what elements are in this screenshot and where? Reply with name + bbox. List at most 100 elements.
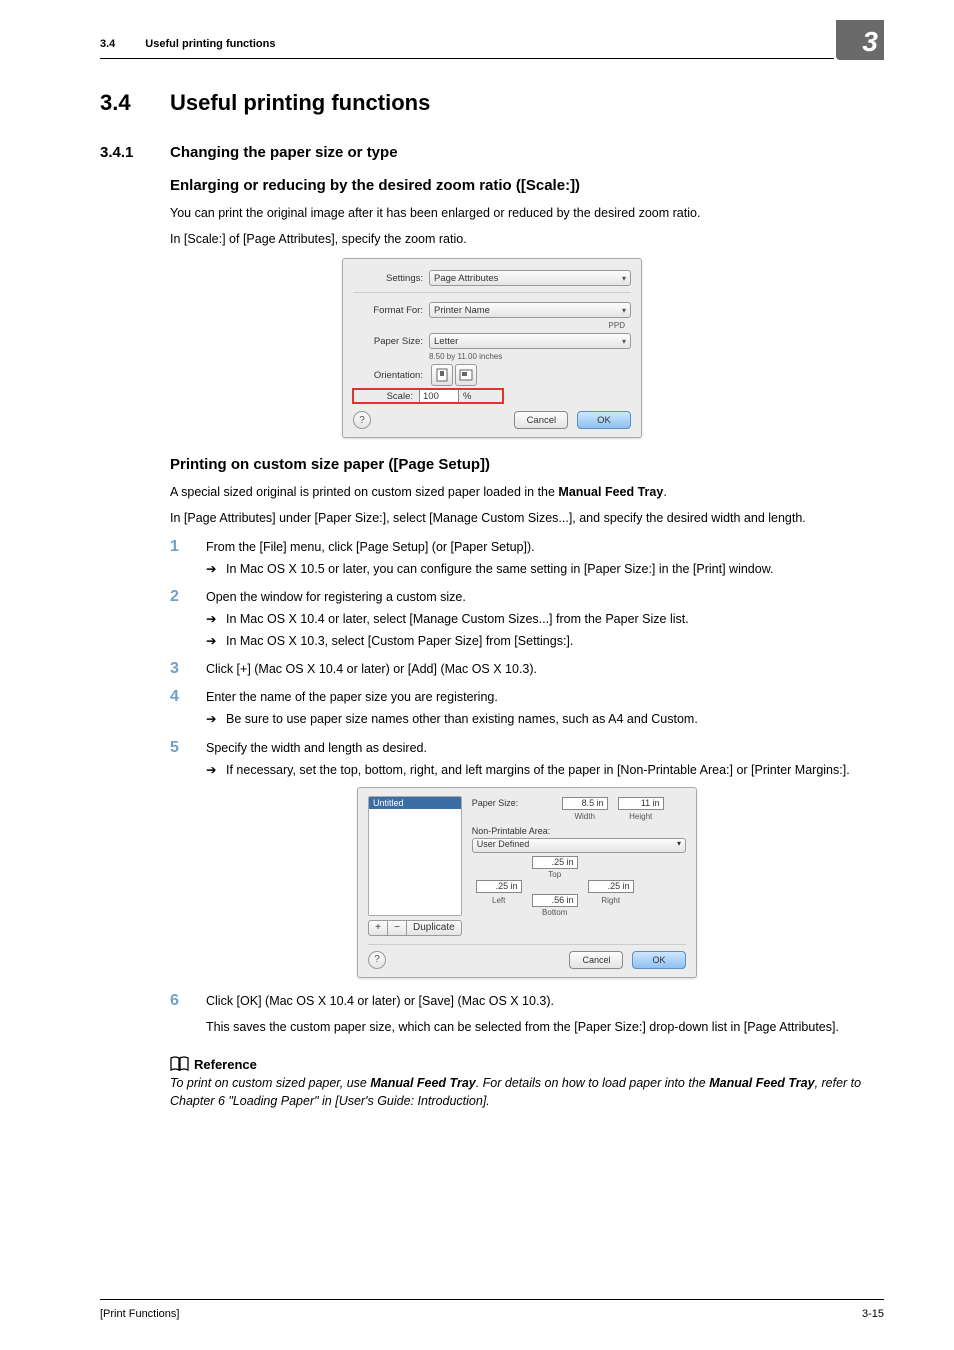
npa-combo[interactable]: User Defined ▾ xyxy=(472,838,686,853)
height-input[interactable]: 11 in xyxy=(618,797,664,810)
custom-p1-b: Manual Feed Tray xyxy=(558,485,663,499)
chevron-down-icon: ▾ xyxy=(622,274,626,283)
step-text: Specify the width and length as desired. xyxy=(206,739,884,757)
help-button[interactable]: ? xyxy=(368,951,386,969)
top-input[interactable]: .25 in xyxy=(532,856,578,869)
page: 3.4 Useful printing functions 3 3.4Usefu… xyxy=(0,0,954,1350)
footer-left: [Print Functions] xyxy=(100,1308,179,1320)
page-attributes-dialog: Settings: Page Attributes▾ Format For: P… xyxy=(342,258,642,438)
format-for-value: Printer Name xyxy=(434,305,490,316)
h2-1-number: 3.4.1 xyxy=(100,144,170,161)
remove-button[interactable]: − xyxy=(387,920,407,936)
arrow-icon: ➔ xyxy=(206,610,226,628)
right-input[interactable]: .25 in xyxy=(588,880,634,893)
format-for-sub: PPD xyxy=(429,321,631,330)
custom-size-dialog: Untitled + − Duplicate Paper Size: 8.5 i… xyxy=(357,787,697,978)
arrow-icon: ➔ xyxy=(206,710,226,728)
step-4-sub-1: ➔Be sure to use paper size names other t… xyxy=(206,710,884,728)
chevron-down-icon: ▾ xyxy=(622,306,626,315)
settings-value: Page Attributes xyxy=(434,273,498,284)
left-input[interactable]: .25 in xyxy=(476,880,522,893)
chevron-down-icon: ▾ xyxy=(622,337,626,346)
ref-a: To print on custom sized paper, use xyxy=(170,1076,370,1090)
help-button[interactable]: ? xyxy=(353,411,371,429)
step-1: 1 From the [File] menu, click [Page Setu… xyxy=(170,538,884,556)
cancel-button[interactable]: Cancel xyxy=(514,411,568,429)
step-text: Click [+] (Mac OS X 10.4 or later) or [A… xyxy=(206,660,884,678)
settings-combo[interactable]: Page Attributes ▾ xyxy=(429,270,631,286)
paper-size-label: Paper Size: xyxy=(472,798,562,808)
step-6-text: Click [OK] (Mac OS X 10.4 or later) or [… xyxy=(206,994,554,1008)
scale-input[interactable]: 100 xyxy=(419,389,459,403)
footer-right: 3-15 xyxy=(862,1308,884,1320)
reference-body: To print on custom sized paper, use Manu… xyxy=(170,1074,884,1110)
list-item[interactable]: Untitled xyxy=(369,797,461,809)
ref-d: Manual Feed Tray xyxy=(709,1076,814,1090)
scale-p2: In [Scale:] of [Page Attributes], specif… xyxy=(170,230,884,248)
orientation-portrait-button[interactable] xyxy=(431,364,453,386)
step-number: 4 xyxy=(170,688,206,706)
chevron-down-icon: ▾ xyxy=(677,839,681,852)
step-2: 2 Open the window for registering a cust… xyxy=(170,588,884,606)
paper-size-label: Paper Size: xyxy=(353,336,423,347)
step-5-sub-1: ➔If necessary, set the top, bottom, righ… xyxy=(206,761,884,779)
custom-p1: A special sized original is printed on c… xyxy=(170,483,884,501)
size-list[interactable]: Untitled xyxy=(368,796,462,916)
step-number: 2 xyxy=(170,588,206,606)
header-section-number: 3.4 xyxy=(100,38,115,50)
orientation-label: Orientation: xyxy=(353,370,423,381)
ref-b: Manual Feed Tray xyxy=(370,1076,475,1090)
step-text: Enter the name of the paper size you are… xyxy=(206,688,884,706)
paper-size-combo[interactable]: Letter ▾ xyxy=(429,333,631,349)
sub-text: In Mac OS X 10.3, select [Custom Paper S… xyxy=(226,632,884,650)
reference-title: Reference xyxy=(194,1057,257,1072)
format-for-combo[interactable]: Printer Name ▾ xyxy=(429,302,631,318)
step-3: 3 Click [+] (Mac OS X 10.4 or later) or … xyxy=(170,660,884,678)
settings-label: Settings: xyxy=(353,273,423,284)
header-section-title: Useful printing functions xyxy=(145,38,275,50)
orientation-landscape-button[interactable] xyxy=(455,364,477,386)
arrow-icon: ➔ xyxy=(206,560,226,578)
duplicate-button[interactable]: Duplicate xyxy=(406,920,462,936)
h1-title: Useful printing functions xyxy=(170,90,430,115)
steps: 1 From the [File] menu, click [Page Setu… xyxy=(170,538,884,1043)
footer-rule xyxy=(100,1299,884,1300)
ok-button[interactable]: OK xyxy=(632,951,686,969)
step-5: 5 Specify the width and length as desire… xyxy=(170,739,884,757)
scale-value: 100 xyxy=(423,391,439,402)
sub-text: In Mac OS X 10.5 or later, you can confi… xyxy=(226,560,884,578)
step-2-sub-2: ➔In Mac OS X 10.3, select [Custom Paper … xyxy=(206,632,884,650)
custom-p2: In [Page Attributes] under [Paper Size:]… xyxy=(170,509,884,527)
h2-1: 3.4.1Changing the paper size or type xyxy=(100,144,884,161)
height-label: Height xyxy=(618,812,664,821)
chapter-tab: 3 xyxy=(836,20,884,60)
scale-unit: % xyxy=(463,391,471,402)
content: 3.4Useful printing functions 3.4.1Changi… xyxy=(100,90,884,1110)
step-number: 3 xyxy=(170,660,206,678)
h1: 3.4Useful printing functions xyxy=(100,90,884,116)
right-pane: Paper Size: 8.5 in 11 in Width Height xyxy=(472,796,686,936)
arrow-icon: ➔ xyxy=(206,761,226,779)
npa-combo-value: User Defined xyxy=(477,839,530,852)
width-label: Width xyxy=(562,812,608,821)
bottom-label: Bottom xyxy=(542,908,567,917)
cancel-button[interactable]: Cancel xyxy=(569,951,623,969)
scale-heading: Enlarging or reducing by the desired zoo… xyxy=(170,177,884,194)
ok-button[interactable]: OK xyxy=(577,411,631,429)
paper-size-value: Letter xyxy=(434,336,458,347)
width-input[interactable]: 8.5 in xyxy=(562,797,608,810)
step-text: Click [OK] (Mac OS X 10.4 or later) or [… xyxy=(206,992,884,1042)
add-button[interactable]: + xyxy=(368,920,388,936)
step-number: 6 xyxy=(170,992,206,1042)
sub-text: In Mac OS X 10.4 or later, select [Manag… xyxy=(226,610,884,628)
portrait-icon xyxy=(436,368,448,382)
custom-p1-a: A special sized original is printed on c… xyxy=(170,485,558,499)
landscape-icon xyxy=(459,369,473,381)
right-label: Right xyxy=(601,896,620,905)
sub-text: If necessary, set the top, bottom, right… xyxy=(226,761,884,779)
ref-c: . For details on how to load paper into … xyxy=(476,1076,709,1090)
reference-heading: Reference xyxy=(170,1056,884,1072)
step-6: 6 Click [OK] (Mac OS X 10.4 or later) or… xyxy=(170,992,884,1042)
bottom-input[interactable]: .56 in xyxy=(532,894,578,907)
step-6-after: This saves the custom paper size, which … xyxy=(206,1018,884,1036)
